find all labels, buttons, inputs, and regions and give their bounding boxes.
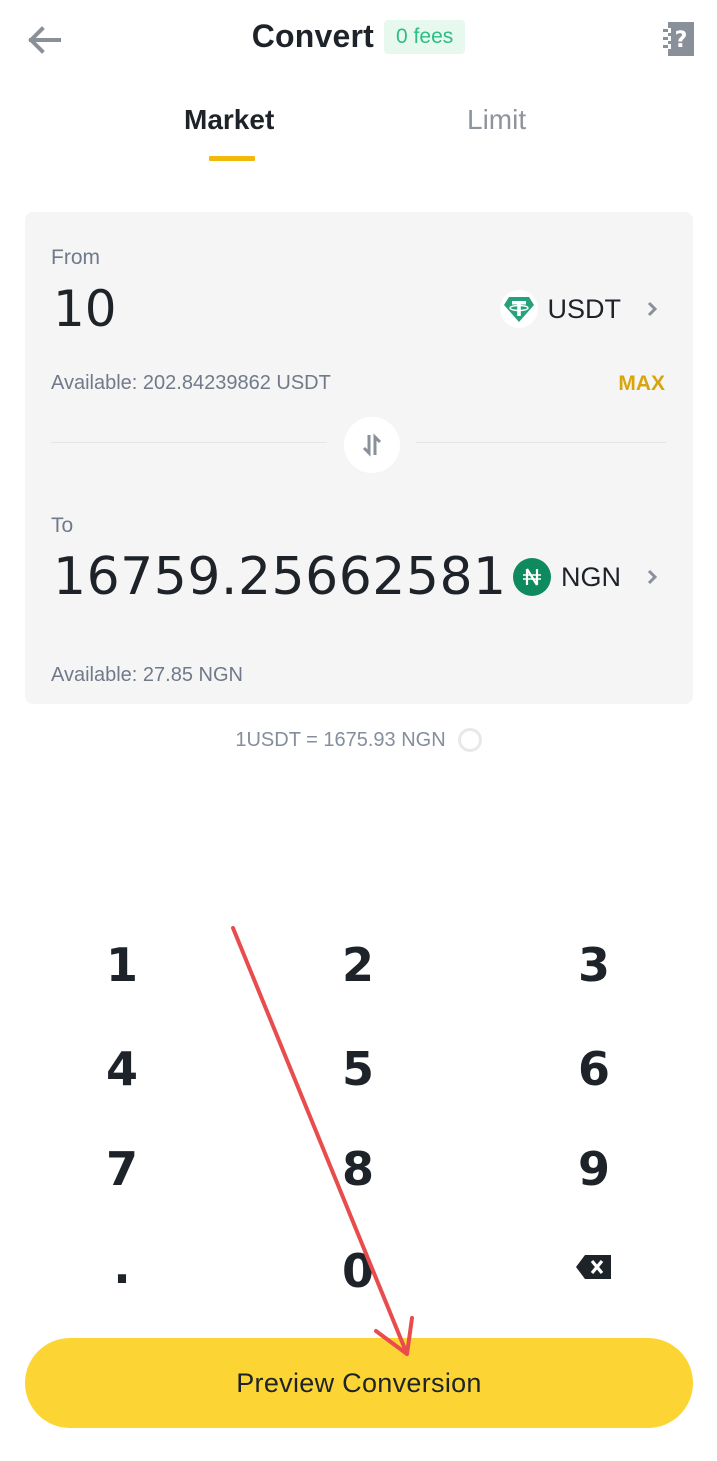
tab-bar: Market Limit [0,100,717,170]
tab-market[interactable]: Market [184,104,274,136]
from-amount-input[interactable]: 10 [53,280,117,338]
key-4[interactable]: 4 [22,1024,222,1114]
key-9[interactable]: 9 [494,1124,694,1214]
swap-button[interactable] [344,417,400,473]
key-5[interactable]: 5 [258,1024,458,1114]
exchange-rate-text: 1USDT = 1675.93 NGN [235,728,446,751]
tab-limit[interactable]: Limit [467,104,526,136]
page-title: Convert [251,18,375,54]
svg-text:?: ? [675,28,688,53]
from-asset-selector[interactable]: USDT [499,290,662,328]
chevron-right-icon [647,569,658,585]
preview-conversion-button[interactable]: Preview Conversion [25,1338,693,1428]
to-available-balance: Available: 27.85 NGN [51,664,243,686]
chevron-right-icon [647,301,658,317]
active-tab-indicator [209,156,255,161]
key-1[interactable]: 1 [22,920,222,1010]
convert-card: From 10 USDT Available: 202.84239862 USD… [25,212,693,704]
key-7[interactable]: 7 [22,1124,222,1214]
to-label: To [51,514,74,537]
key-2[interactable]: 2 [258,920,458,1010]
key-3[interactable]: 3 [494,920,694,1010]
key-8[interactable]: 8 [258,1124,458,1214]
from-label: From [51,246,100,269]
title-group: Convert 0 fees [0,18,717,55]
divider [416,442,666,443]
fees-badge: 0 fees [384,19,466,54]
key-decimal[interactable]: . [22,1222,222,1312]
divider [51,442,327,443]
exchange-rate: 1USDT = 1675.93 NGN [0,728,717,752]
rate-refresh-timer-icon[interactable] [457,728,482,752]
from-available-balance: Available: 202.84239862 USDT [51,372,331,394]
naira-icon [513,558,551,596]
backspace-icon [576,1255,611,1279]
header: Convert 0 fees ? [0,0,717,80]
key-backspace[interactable] [494,1222,694,1312]
max-button[interactable]: MAX [618,372,665,396]
to-asset-name: NGN [561,561,621,592]
tether-icon [499,290,538,328]
key-6[interactable]: 6 [494,1024,694,1114]
from-asset-name: USDT [547,293,622,324]
key-0[interactable]: 0 [258,1226,458,1316]
to-asset-selector[interactable]: NGN [513,558,661,596]
to-amount-output: 16759.25662581 [53,547,507,607]
help-notebook-icon: ? [663,22,694,56]
help-button[interactable]: ? [661,20,697,58]
swap-arrows-icon [362,433,382,457]
